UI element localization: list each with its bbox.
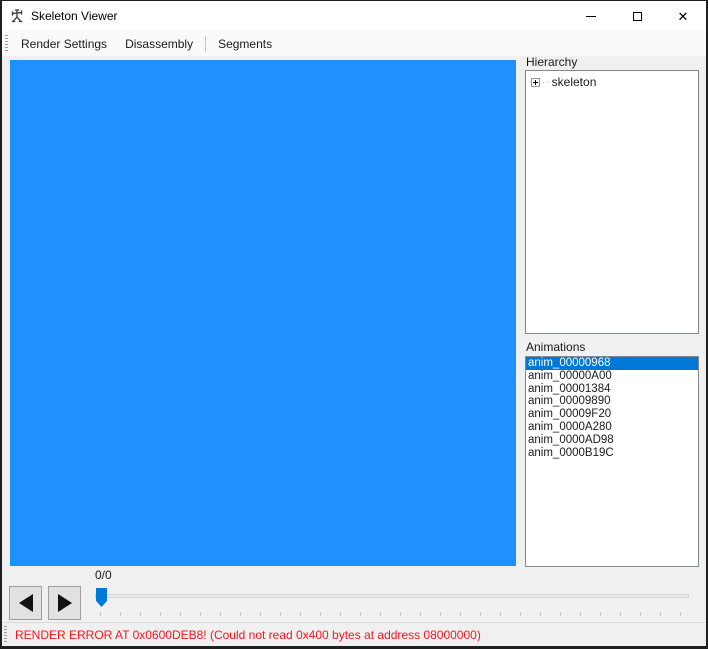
slider-tick-marks <box>100 612 700 616</box>
frame-slider[interactable] <box>95 585 702 617</box>
animation-list-item[interactable]: anim_0000AD98 <box>526 434 698 447</box>
menu-toolbar: Render Settings Disassembly Segments <box>2 31 706 56</box>
menu-segments[interactable]: Segments <box>209 33 281 55</box>
app-window: Skeleton Viewer ✕ Render Settings Disass… <box>0 0 708 649</box>
animation-list-item[interactable]: anim_00000A00 <box>526 370 698 383</box>
animation-list-item[interactable]: anim_00009F20 <box>526 408 698 421</box>
animations-list[interactable]: anim_00000968 anim_00000A00 anim_0000138… <box>525 356 699 567</box>
animation-list-item[interactable]: anim_00009890 <box>526 395 698 408</box>
maximize-button[interactable] <box>614 1 660 31</box>
menu-render-settings[interactable]: Render Settings <box>12 33 116 55</box>
minimize-icon <box>586 16 596 17</box>
animation-list-item[interactable]: anim_0000B19C <box>526 447 698 460</box>
tree-connector: ·· <box>542 77 551 88</box>
hierarchy-tree[interactable]: ·· skeleton <box>525 70 699 334</box>
animation-list-item[interactable]: anim_00001384 <box>526 383 698 396</box>
statusbar-grip-handle <box>4 626 7 643</box>
close-icon: ✕ <box>678 10 689 23</box>
tree-expand-icon[interactable] <box>531 78 540 87</box>
slider-thumb[interactable] <box>96 588 107 607</box>
skeleton-app-icon <box>9 8 25 24</box>
animations-label: Animations <box>526 340 585 354</box>
toolbar-grip-handle[interactable] <box>5 35 8 52</box>
render-viewport[interactable] <box>10 60 516 566</box>
next-icon <box>58 594 72 612</box>
previous-icon <box>19 594 33 612</box>
next-frame-button[interactable] <box>48 586 81 620</box>
toolbar-separator <box>205 36 206 52</box>
previous-frame-button[interactable] <box>9 586 42 620</box>
animation-list-item[interactable]: anim_0000A280 <box>526 421 698 434</box>
tree-node-label: skeleton <box>552 75 597 89</box>
render-error-message: RENDER ERROR AT 0x0600DEB8! (Could not r… <box>15 628 481 642</box>
frame-counter: 0/0 <box>95 568 112 582</box>
maximize-icon <box>633 12 642 21</box>
close-button[interactable]: ✕ <box>660 1 706 31</box>
hierarchy-label: Hierarchy <box>526 55 577 69</box>
menu-disassembly[interactable]: Disassembly <box>116 33 202 55</box>
minimize-button[interactable] <box>568 1 614 31</box>
slider-track[interactable] <box>95 594 689 598</box>
status-bar: RENDER ERROR AT 0x0600DEB8! (Could not r… <box>2 622 706 646</box>
animation-list-item[interactable]: anim_00000968 <box>526 357 698 370</box>
window-title: Skeleton Viewer <box>31 9 118 23</box>
title-bar: Skeleton Viewer ✕ <box>2 1 706 31</box>
window-controls: ✕ <box>568 1 706 31</box>
tree-node-skeleton[interactable]: ·· skeleton <box>526 71 698 89</box>
